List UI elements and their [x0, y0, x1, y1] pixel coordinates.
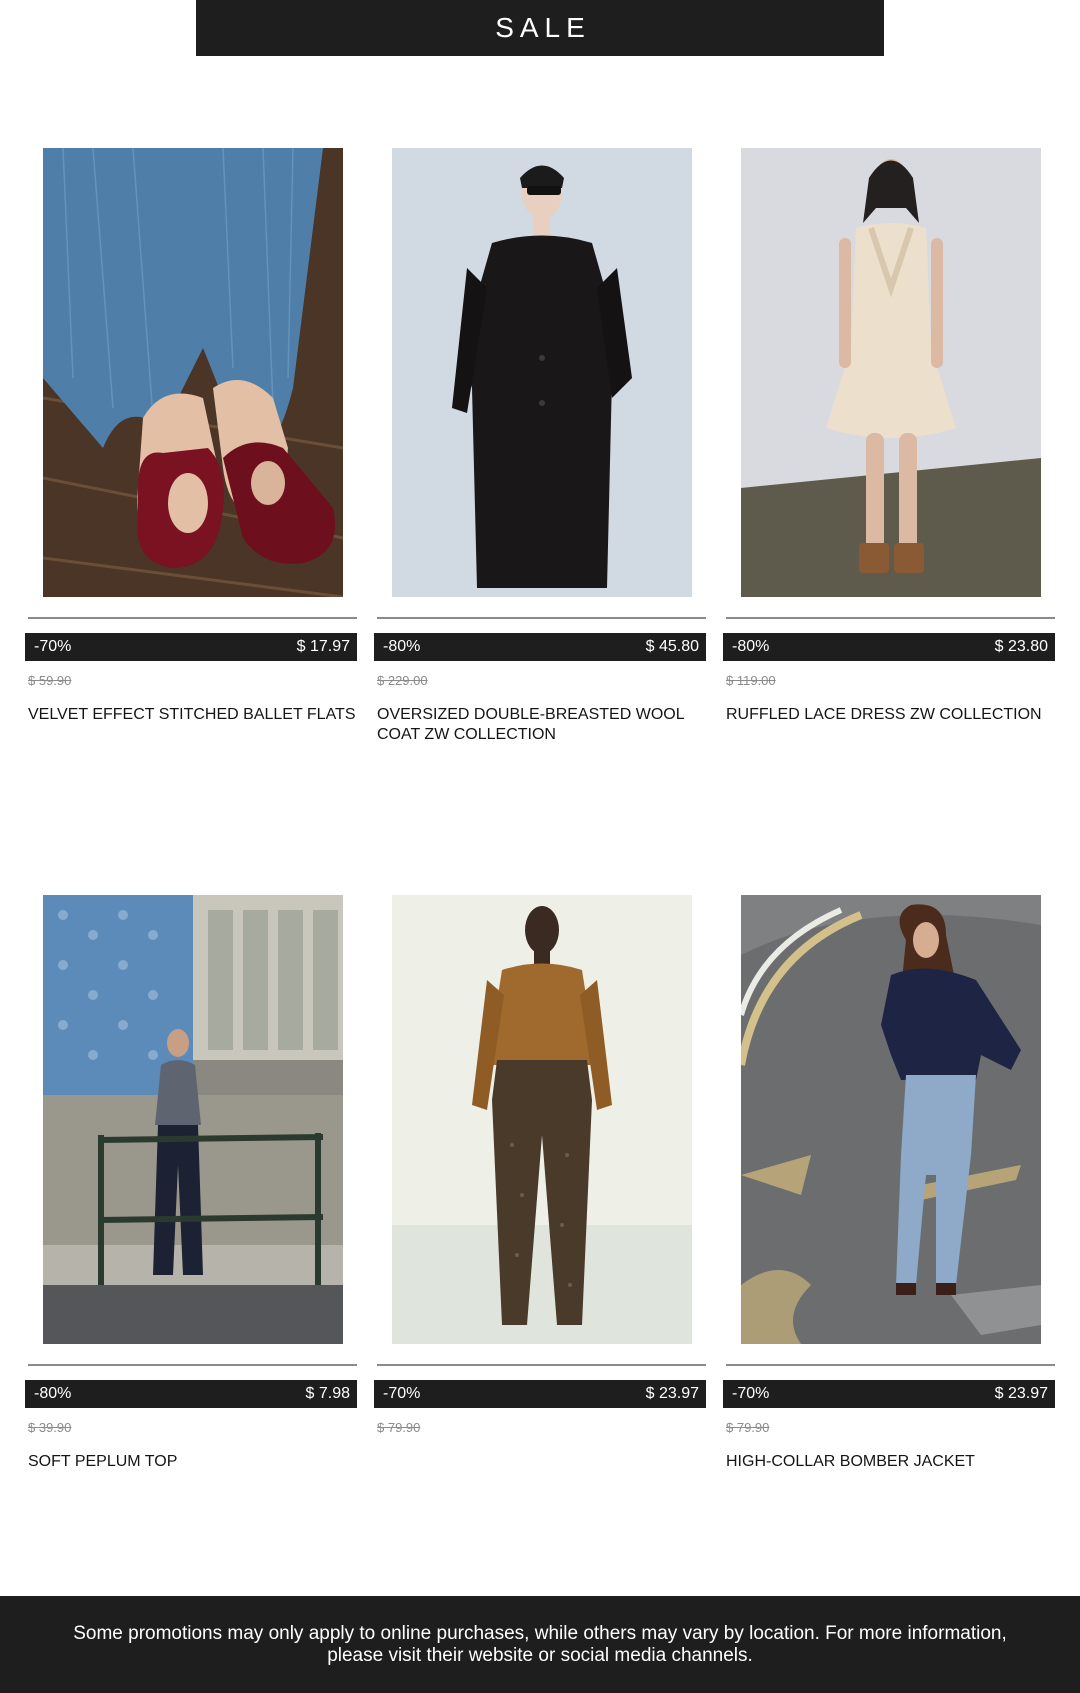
discount-badge: -70%	[732, 1385, 770, 1402]
product-image[interactable]	[392, 148, 692, 597]
sale-price: $ 17.97	[296, 638, 350, 655]
divider	[28, 617, 357, 619]
product-card[interactable]: -70% $ 17.97 $ 59.90 VELVET EFFECT STITC…	[25, 148, 357, 748]
discount-badge: -80%	[732, 638, 770, 655]
sale-price: $ 23.80	[994, 638, 1048, 655]
price-bar: -70% $ 17.97	[25, 633, 357, 661]
original-price: $ 79.90	[726, 1420, 770, 1435]
product-name[interactable]: SOFT PEPLUM TOP	[28, 1452, 357, 1472]
original-price: $ 59.90	[28, 673, 72, 688]
original-price: $ 79.90	[377, 1420, 421, 1435]
discount-badge: -70%	[34, 638, 72, 655]
product-card[interactable]: -80% $ 23.80 $ 119.00 RUFFLED LACE DRESS…	[723, 148, 1055, 748]
price-bar: -80% $ 7.98	[25, 1380, 357, 1408]
promo-disclaimer-footer: Some promotions may only apply to online…	[0, 1596, 1080, 1693]
product-name[interactable]: RUFFLED LACE DRESS ZW COLLECTION	[726, 705, 1055, 725]
divider	[726, 617, 1055, 619]
sale-price: $ 7.98	[305, 1385, 350, 1402]
sale-price: $ 23.97	[645, 1385, 699, 1402]
sale-price: $ 45.80	[645, 638, 699, 655]
price-bar: -70% $ 23.97	[374, 1380, 706, 1408]
product-image[interactable]	[741, 148, 1041, 597]
price-bar: -80% $ 45.80	[374, 633, 706, 661]
product-image[interactable]	[392, 895, 692, 1344]
original-price: $ 39.90	[28, 1420, 72, 1435]
sale-title: SALE	[495, 12, 591, 43]
disclaimer-text: Some promotions may only apply to online…	[73, 1622, 1007, 1666]
divider	[726, 1364, 1055, 1366]
price-bar: -80% $ 23.80	[723, 633, 1055, 661]
product-name[interactable]: HIGH-COLLAR BOMBER JACKET	[726, 1452, 1055, 1472]
product-image[interactable]	[43, 148, 343, 597]
discount-badge: -80%	[383, 638, 421, 655]
product-card[interactable]: -70% $ 23.97 $ 79.90 HIGH-COLLAR BOMBER …	[723, 895, 1055, 1495]
divider	[377, 1364, 706, 1366]
divider	[377, 617, 706, 619]
divider	[28, 1364, 357, 1366]
product-image[interactable]	[741, 895, 1041, 1344]
product-image[interactable]	[43, 895, 343, 1344]
sale-price: $ 23.97	[994, 1385, 1048, 1402]
product-card[interactable]: -80% $ 45.80 $ 229.00 OVERSIZED DOUBLE-B…	[374, 148, 706, 748]
product-card[interactable]: -80% $ 7.98 $ 39.90 SOFT PEPLUM TOP	[25, 895, 357, 1495]
price-bar: -70% $ 23.97	[723, 1380, 1055, 1408]
product-name[interactable]: OVERSIZED DOUBLE-BREASTED WOOL COAT ZW C…	[377, 705, 706, 745]
original-price: $ 229.00	[377, 673, 428, 688]
discount-badge: -80%	[34, 1385, 72, 1402]
original-price: $ 119.00	[726, 673, 776, 688]
sale-banner: SALE	[196, 0, 884, 56]
product-name[interactable]: VELVET EFFECT STITCHED BALLET FLATS	[28, 705, 357, 725]
discount-badge: -70%	[383, 1385, 421, 1402]
product-card[interactable]: -70% $ 23.97 $ 79.90	[374, 895, 706, 1495]
